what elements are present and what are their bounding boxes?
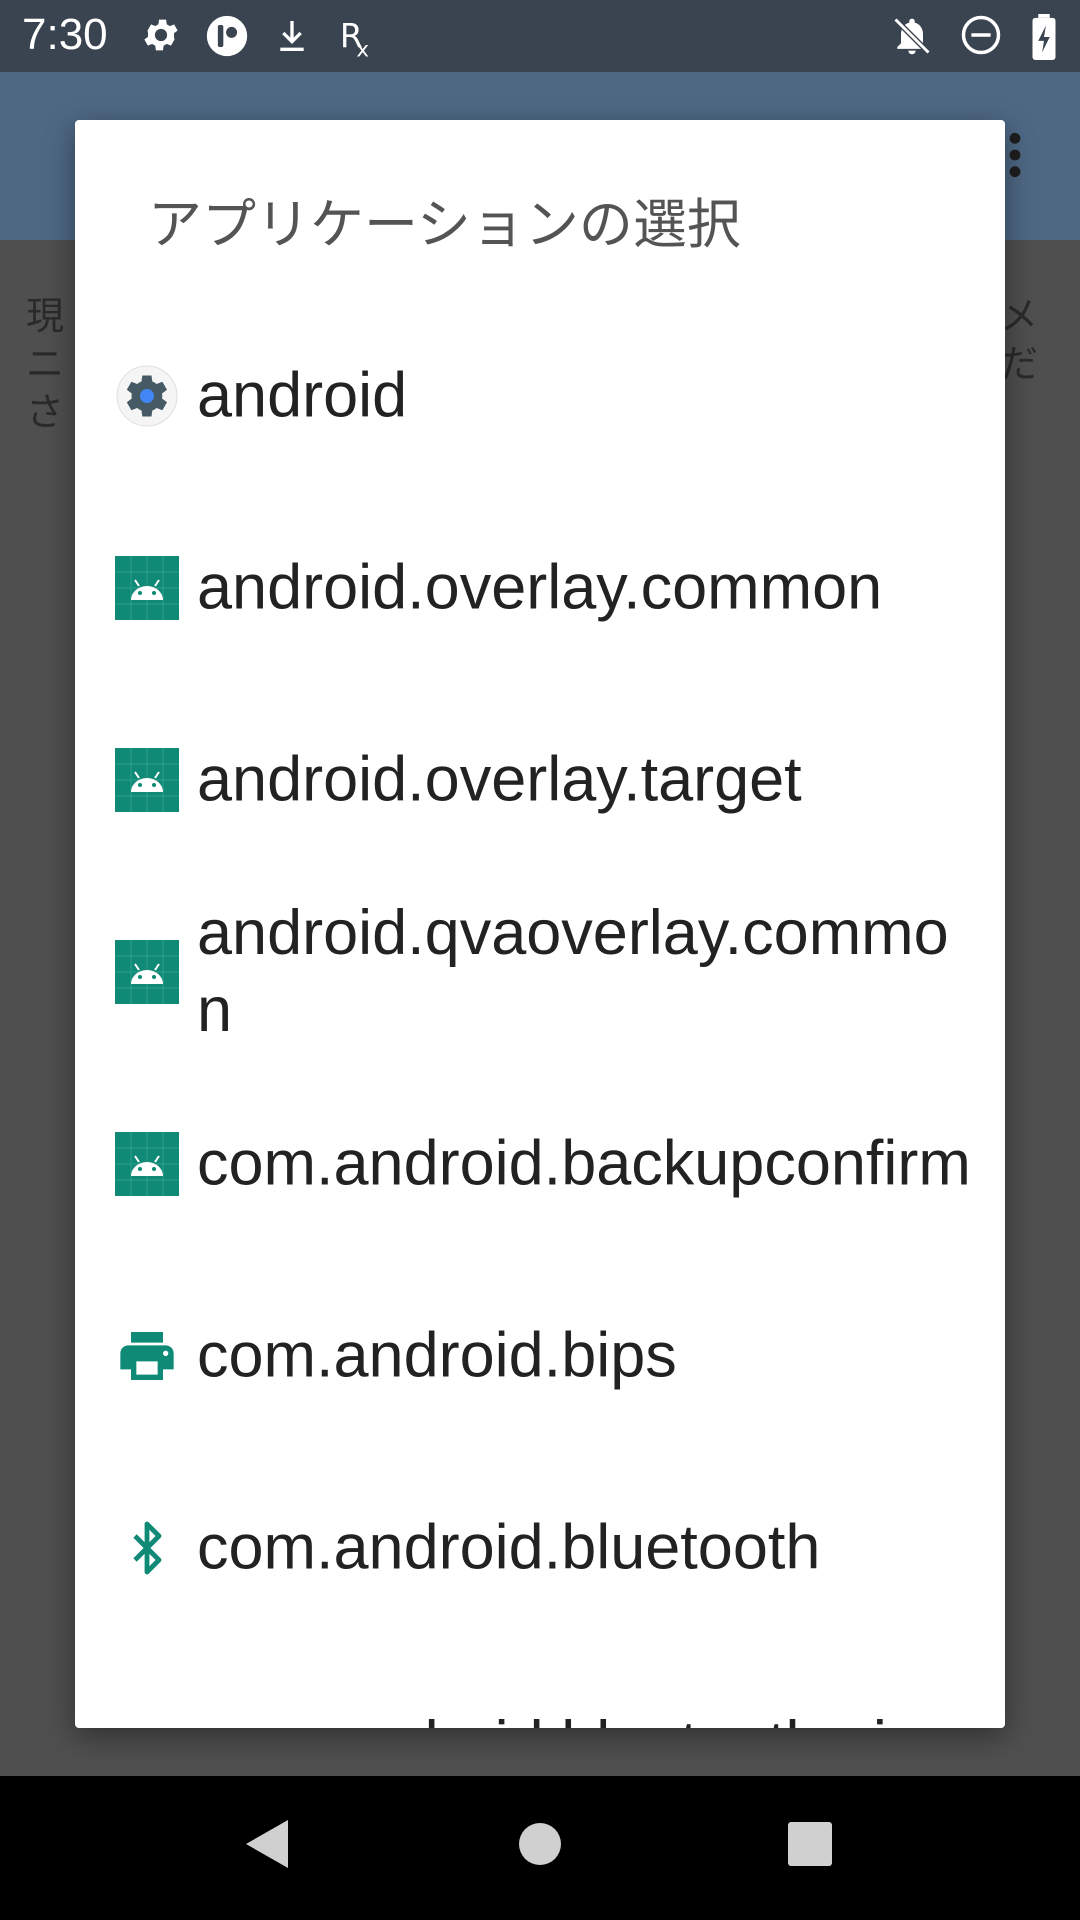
status-time: 7:30 xyxy=(22,10,108,59)
list-item-label: android xyxy=(197,360,408,431)
notifications-off-icon xyxy=(893,17,931,55)
screen: 7:30 R x 現 ニ さ メ だ アプリケーションの選択 android a… xyxy=(0,0,1080,1920)
home-icon[interactable] xyxy=(518,1816,562,1872)
list-item-label: com.android.bluetoothmi xyxy=(197,1706,977,1728)
app-list[interactable]: android android.overlay.common android.o… xyxy=(75,300,1005,1728)
list-item-android-overlay-common[interactable]: android.overlay.common xyxy=(75,492,1005,684)
battery-charging-icon xyxy=(1032,14,1056,60)
overflow-menu-icon xyxy=(1009,132,1021,178)
status-bar: 7:30 R x xyxy=(0,0,1080,72)
recents-icon[interactable] xyxy=(786,1816,834,1872)
list-item-com-android-bluetooth[interactable]: com.android.bluetooth xyxy=(75,1452,1005,1644)
app-chooser-dialog: アプリケーションの選択 android android.overlay.comm… xyxy=(75,120,1005,1728)
list-item-label: android.overlay.target xyxy=(197,744,802,815)
navigation-bar xyxy=(0,1776,1080,1920)
back-icon[interactable] xyxy=(240,1816,292,1872)
list-item-label: com.android.bluetooth xyxy=(197,1512,821,1583)
download-icon xyxy=(280,21,304,51)
list-item-com-android-backupconfirm[interactable]: com.android.backupconfirm xyxy=(75,1068,1005,1260)
list-item-label: com.android.bips xyxy=(197,1320,677,1391)
android-robot-icon xyxy=(115,556,179,620)
printer-icon xyxy=(120,1332,174,1380)
android-robot-icon xyxy=(115,1132,179,1196)
bluetooth-icon xyxy=(133,1521,162,1575)
rx-icon: R x xyxy=(340,17,369,60)
android-system-gear-icon xyxy=(116,365,178,427)
android-robot-icon xyxy=(115,748,179,812)
list-item-com-android-bips[interactable]: com.android.bips xyxy=(75,1260,1005,1452)
android-robot-icon xyxy=(115,940,179,1004)
background-text-right: メ だ xyxy=(1000,294,1039,386)
list-item-label: android.qvaoverlay.common xyxy=(197,898,949,1045)
dialog-title: アプリケーションの選択 xyxy=(148,193,741,256)
list-item-android-overlay-target[interactable]: android.overlay.target xyxy=(75,684,1005,876)
list-item-label: android.overlay.common xyxy=(197,552,883,623)
list-item-label: com.android.backupconfirm xyxy=(197,1128,971,1199)
do-not-disturb-icon xyxy=(961,15,1001,55)
list-item-android[interactable]: android xyxy=(75,300,1005,492)
gear-icon xyxy=(144,19,178,51)
list-item-android-qvaoverlay-common[interactable]: android.qvaoverlay.common xyxy=(75,876,1005,1068)
app-circle-icon xyxy=(206,15,248,57)
svg-text:x: x xyxy=(356,38,369,60)
list-item-com-android-bluetoothmi[interactable]: com.android.bluetoothmi xyxy=(75,1644,1005,1728)
